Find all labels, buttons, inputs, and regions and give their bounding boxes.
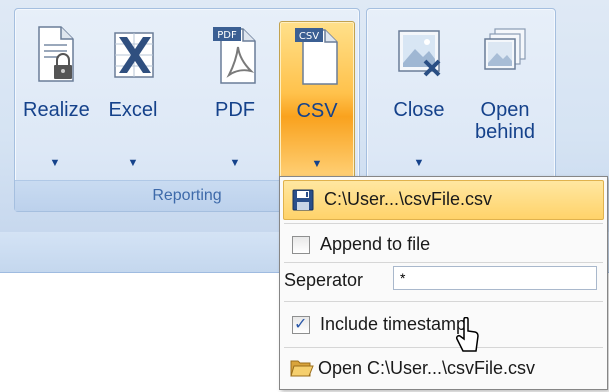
chevron-down-icon[interactable]: ▼ [280,158,354,170]
close-image-icon [398,30,441,77]
open-behind-label-line1: Open [480,99,530,121]
csv-label: CSV [296,100,338,122]
pdf-button[interactable]: PDF PDF ▼ [203,21,267,179]
chevron-down-icon[interactable]: ▼ [387,157,451,169]
separator-label: Seperator [284,270,364,290]
mouse-cursor-icon [456,317,479,352]
realize-label: Realize [23,99,90,121]
open-csv-label: Open C:\User...\csvFile.csv [318,358,536,378]
lock-document-icon [38,26,74,82]
csv-icon: CSV [295,28,338,85]
pdf-label: PDF [215,99,255,121]
append-to-file-item[interactable]: Append to file [280,227,607,263]
menu-separator [284,223,603,224]
chevron-down-icon[interactable]: ▼ [23,157,87,169]
save-icon [292,189,314,211]
timestamp-checkbox[interactable] [292,314,310,334]
menu-separator [284,301,603,302]
excel-label: Excel [108,99,158,121]
csv-file-path-item[interactable]: C:\User...\csvFile.csv [283,180,604,220]
open-behind-label-line2: behind [474,121,536,143]
open-behind-icon [484,28,526,70]
menu-separator [284,262,603,263]
chevron-down-icon[interactable]: ▼ [203,157,267,169]
csv-dropdown-menu: C:\User...\csvFile.csv Append to file Se… [279,176,608,390]
close-button[interactable]: Close ▼ [387,21,451,179]
menu-separator [284,347,603,348]
csv-badge: CSV [299,31,319,42]
pdf-icon: PDF [213,27,256,84]
separator-input[interactable] [393,266,597,290]
chevron-down-icon[interactable]: ▼ [101,157,165,169]
append-checkbox[interactable] [292,236,310,254]
csv-button[interactable]: CSV CSV ▼ [279,21,355,181]
open-behind-button[interactable]: Open behind [469,21,541,179]
realize-button[interactable]: Realize ▼ [23,21,90,179]
timestamp-label: Include timestamp [320,314,467,334]
pdf-badge: PDF [217,30,237,41]
folder-open-icon [290,360,314,377]
open-csv-item[interactable]: Open C:\User...\csvFile.csv [280,351,607,385]
excel-button[interactable]: Excel ▼ [101,21,165,179]
append-label: Append to file [320,234,431,254]
csv-file-path-label: C:\User...\csvFile.csv [324,189,493,209]
excel-icon [114,32,154,78]
close-label: Close [393,99,445,121]
include-timestamp-item[interactable]: Include timestamp [280,307,607,343]
open-behind-label: Open behind [469,99,541,143]
